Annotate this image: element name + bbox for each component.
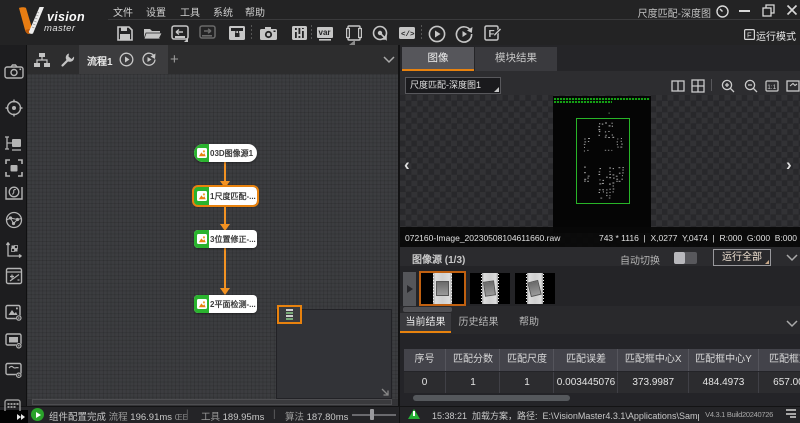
svg-text:F: F	[747, 30, 752, 39]
svg-text:var: var	[319, 28, 331, 37]
svg-text:1:1: 1:1	[767, 84, 776, 91]
svg-text:</>: </>	[401, 31, 415, 39]
